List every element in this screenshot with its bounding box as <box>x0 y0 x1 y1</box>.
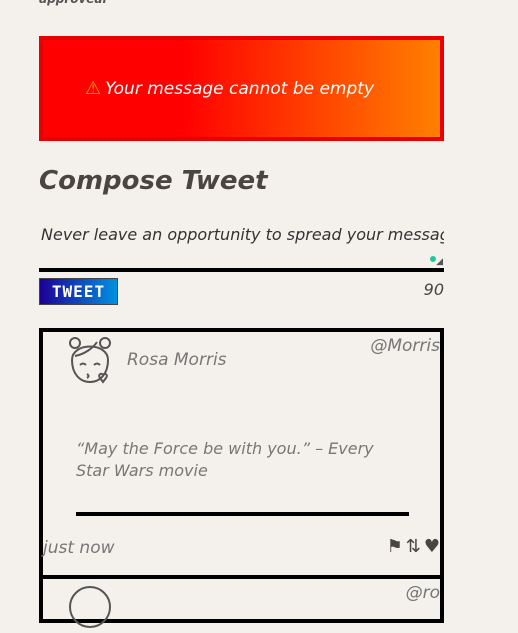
tweet-text: “May the Force be with you.” – Every Sta… <box>76 439 374 480</box>
avatar-icon <box>69 337 111 384</box>
page-title: Compose Tweet <box>39 166 268 196</box>
retweet-icon[interactable]: ⇅ <box>406 536 421 557</box>
previous-text: approveal <box>39 0 107 6</box>
error-alert: ⚠ Your message cannot be empty <box>39 36 444 141</box>
tweet-button[interactable]: TWEET <box>39 278 118 305</box>
avatar-icon <box>69 586 111 628</box>
alert-message: Your message cannot be empty <box>105 78 375 99</box>
compose-area: Never leave an opportunity to spread you… <box>39 222 444 272</box>
resize-handle-icon[interactable]: ◢ <box>436 257 443 267</box>
tweet-card: Rosa Morris @Morris “May the Force be wi… <box>39 328 444 579</box>
tweet-author-handle: @ro <box>405 583 440 603</box>
divider <box>76 512 409 516</box>
tweet-actions: ⚑ ⇅ ♥ <box>387 536 440 557</box>
flag-icon[interactable]: ⚑ <box>387 536 403 557</box>
tweet-timestamp: just now <box>43 538 115 558</box>
tweet-author-handle: @Morris <box>370 336 440 356</box>
tweet-author-name: Rosa Morris <box>127 350 227 370</box>
character-counter: 90 <box>423 280 444 299</box>
warning-icon: ⚠ <box>85 78 102 99</box>
heart-icon[interactable]: ♥ <box>424 536 440 557</box>
tweet-card: @ro <box>39 575 444 628</box>
tweet-input[interactable]: Never leave an opportunity to spread you… <box>39 222 444 268</box>
